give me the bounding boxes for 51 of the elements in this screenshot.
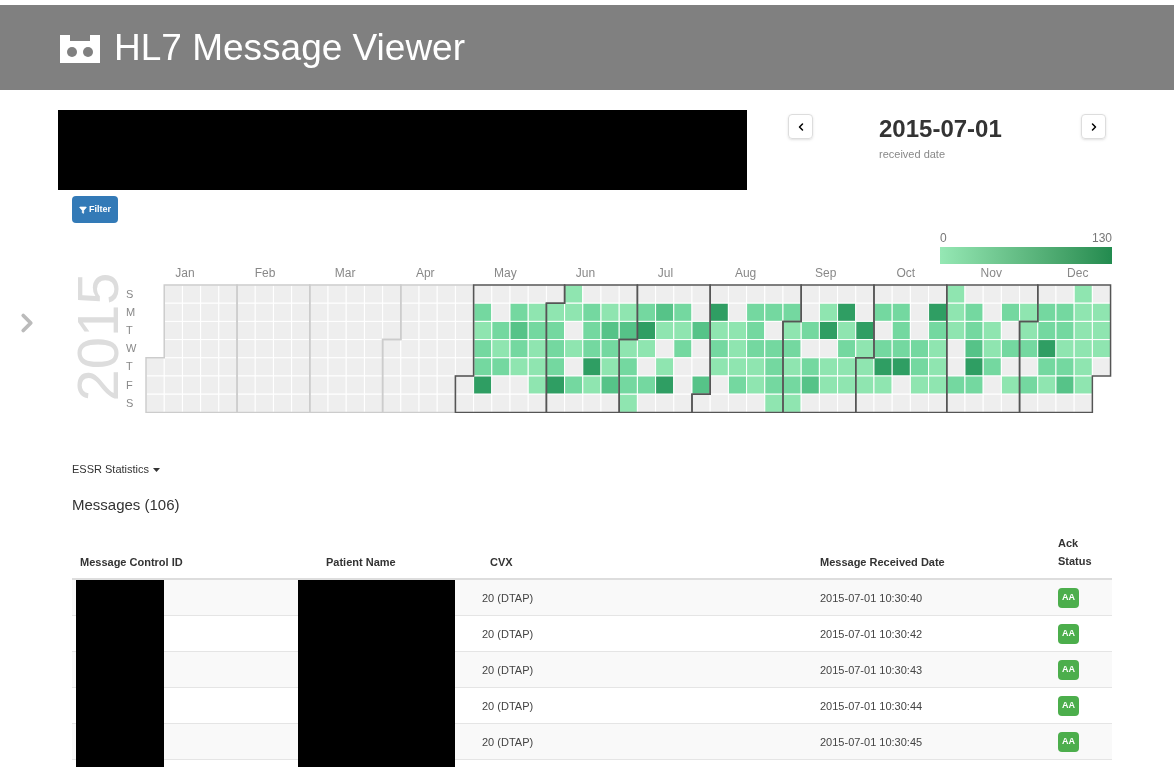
ack-status-badge: AA [1058, 588, 1079, 608]
month-label: Feb [253, 265, 277, 282]
weekday-label: T [126, 359, 134, 375]
month-label: Jan [174, 265, 196, 282]
stats-dropdown[interactable]: ESSR Statistics [72, 461, 161, 478]
ack-status-badge: AA [1058, 696, 1079, 716]
month-label: Aug [733, 265, 758, 282]
filter-button[interactable]: Filter [72, 196, 118, 223]
legend-max-label: 130 [1091, 230, 1112, 247]
month-label: Mar [333, 265, 357, 282]
month-label: Jun [574, 265, 597, 282]
legend-min-label: 0 [940, 230, 947, 247]
table-cell-text: 20 (DTAP) [482, 590, 535, 606]
ack-status-badge: AA [1058, 660, 1079, 680]
weekday-label: M [126, 304, 137, 320]
table-cell-text: 20 (DTAP) [482, 698, 535, 714]
month-label: May [493, 265, 518, 282]
table-cell-text: 2015-07-01 10:30:45 [819, 734, 924, 750]
month-label: Sep [814, 265, 838, 282]
date-caption: received date [879, 147, 947, 162]
caret-icon [153, 467, 161, 472]
weekday-label: W [126, 341, 138, 357]
column-header: Message Control ID [79, 554, 184, 570]
month-label: Oct [895, 265, 917, 282]
app-title: HL7 Message Viewer [114, 29, 465, 66]
column-header: CVX [489, 554, 514, 570]
weekday-label: S [126, 286, 135, 302]
table-cell-text: 2015-07-01 10:30:44 [819, 698, 924, 714]
month-label: Dec [1066, 265, 1090, 282]
table-cell-text: 20 (DTAP) [482, 626, 535, 642]
table-cell-text: 2015-07-01 10:30:43 [819, 662, 924, 678]
month-label: Nov [979, 265, 1003, 282]
weekday-label: F [126, 377, 134, 393]
table-cell-text: 2015-07-01 10:30:40 [819, 590, 924, 606]
weekday-label: T [126, 322, 134, 338]
next-date-button[interactable] [1081, 114, 1106, 139]
ack-status-badge: AA [1058, 624, 1079, 644]
month-label: Jul [656, 265, 675, 282]
month-label: Apr [414, 265, 436, 282]
weekday-label: S [126, 395, 135, 411]
table-cell-text: 20 (DTAP) [482, 734, 535, 750]
column-header: Ack Status [1058, 536, 1093, 570]
filter-icon [79, 205, 87, 214]
table-cell-text: 2015-07-01 10:30:42 [819, 626, 924, 642]
ack-status-badge: AA [1058, 732, 1079, 752]
table-cell-text: 20 (DTAP) [482, 662, 535, 678]
messages-heading: Messages (106) [72, 494, 181, 515]
selected-date: 2015-07-01 [879, 114, 1003, 144]
column-header: Message Received Date [819, 554, 946, 570]
column-header: Patient Name [325, 554, 397, 570]
previous-date-button[interactable] [788, 114, 813, 139]
